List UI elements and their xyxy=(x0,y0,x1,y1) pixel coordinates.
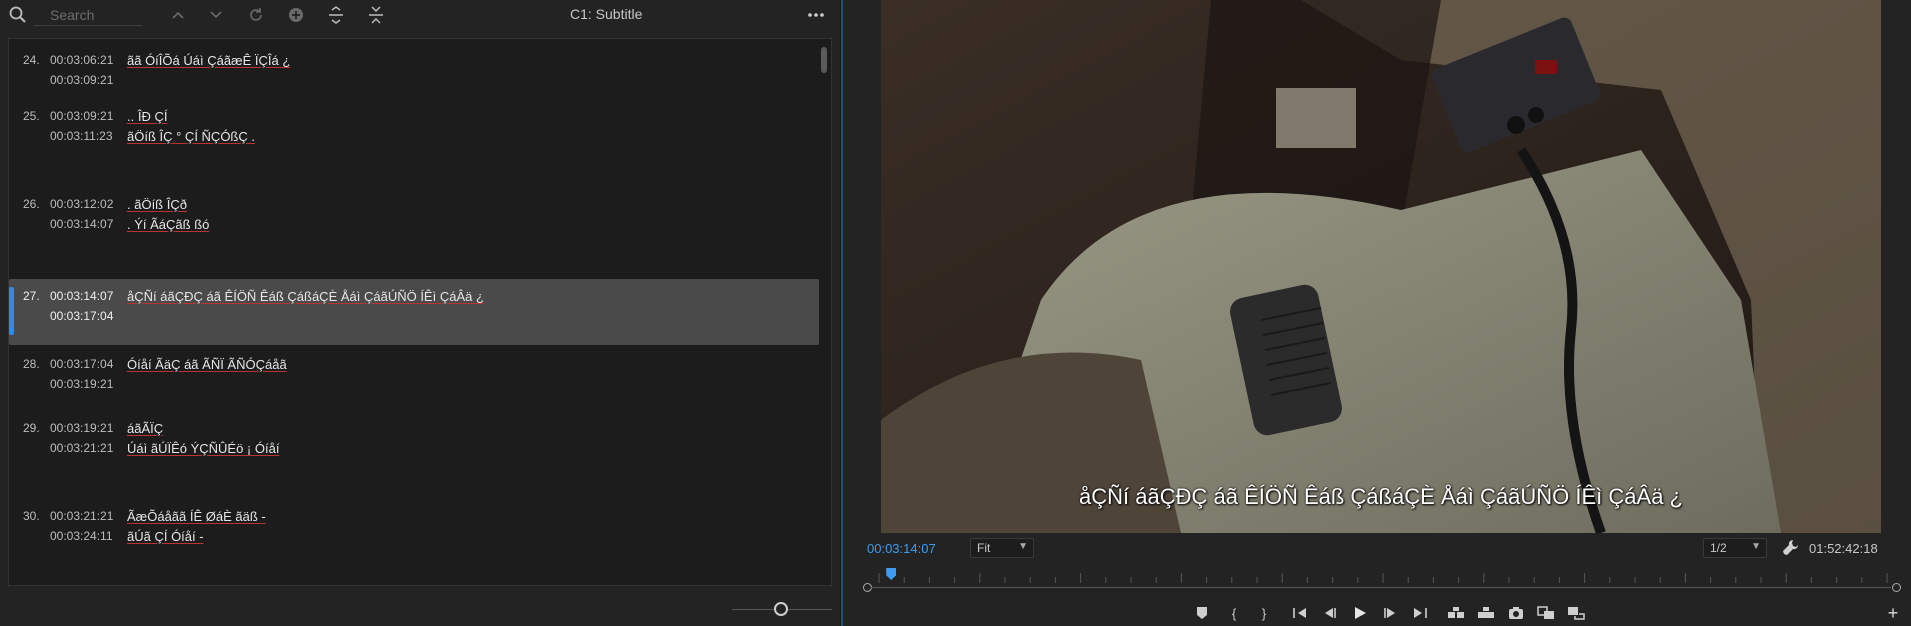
selection-marker xyxy=(9,287,14,335)
caption-row[interactable]: 26. 00:03:12:02 00:03:14:07 . ãÖíß ÎÇð. … xyxy=(9,187,819,257)
chevron-down-icon[interactable] xyxy=(204,3,228,27)
captions-panel: C1: Subtitle 24. 00:03:06:21 00:03:09:21… xyxy=(0,0,840,626)
caption-out-time: 00:03:24:11 xyxy=(50,529,113,543)
refresh-icon[interactable] xyxy=(244,3,268,27)
insert-icon[interactable] xyxy=(1445,602,1467,624)
add-marker-icon[interactable] xyxy=(1191,602,1213,624)
premiere-workspace: C1: Subtitle 24. 00:03:06:21 00:03:09:21… xyxy=(0,0,1911,626)
go-to-out-icon[interactable] xyxy=(1409,602,1431,624)
caption-number: 27. xyxy=(23,289,40,303)
caption-row[interactable]: 25. 00:03:09:21 00:03:11:23 .. ÎÐ ÇÍ ãÖíß… xyxy=(9,99,819,173)
more-options-icon[interactable] xyxy=(804,3,828,27)
caption-row[interactable]: 24. 00:03:06:21 00:03:09:21 ãã ÓíÎÕá Úáì… xyxy=(9,43,819,99)
caption-out-time: 00:03:19:21 xyxy=(50,377,114,391)
caption-list[interactable]: 24. 00:03:06:21 00:03:09:21 ãã ÓíÎÕá Úáì… xyxy=(8,38,832,586)
caption-number: 26. xyxy=(23,197,40,211)
mark-in-icon[interactable]: { xyxy=(1223,602,1245,624)
go-to-in-icon[interactable] xyxy=(1289,602,1311,624)
caption-text[interactable]: Óíåí ÃäÇ áã ÃÑÏ ÃÑÓÇáåã xyxy=(127,355,287,375)
caption-number: 28. xyxy=(23,357,40,371)
caption-text[interactable]: åÇÑí áãÇÐÇ áã ÊÍÖÑ Êáß ÇáßáÇÈ Åáì ÇáãÚÑÖ… xyxy=(127,287,484,307)
panel-title: C1: Subtitle xyxy=(570,6,643,22)
split-caption-icon[interactable] xyxy=(324,3,348,27)
camera-icon[interactable] xyxy=(1505,602,1527,624)
caption-out-time: 00:03:11:23 xyxy=(50,129,113,143)
caption-row[interactable]: 29. 00:03:19:21 00:03:21:21 áãÃÏÇ Úáì ãÚÏ… xyxy=(9,411,819,485)
add-caption-icon[interactable] xyxy=(284,3,308,27)
caption-row[interactable]: 30. 00:03:21:21 00:03:24:11 ÃæÕáåãã ÍÊ Ø… xyxy=(9,499,819,573)
caption-number: 24. xyxy=(23,53,40,67)
merge-caption-icon[interactable] xyxy=(364,3,388,27)
caption-text[interactable]: .. ÎÐ ÇÍ ãÖíß ÎÇ ° ÇÍ ÑÇÓßÇ . xyxy=(127,107,255,147)
subtitle-overlay: åÇÑí áãÇÐÇ áã ÊÍÖÑ Êáß ÇáßáÇÈ Åáì ÇáãÚÑÖ… xyxy=(1079,484,1683,509)
caption-text[interactable]: . ãÖíß ÎÇð. Ýí ÃáÇãß ßó xyxy=(127,195,209,235)
caption-in-time: 00:03:21:21 xyxy=(50,509,114,523)
caption-out-time: 00:03:14:07 xyxy=(50,217,114,231)
caption-row[interactable]: 28. 00:03:17:04 00:03:19:21 Óíåí ÃäÇ áã … xyxy=(9,347,819,409)
caption-in-time: 00:03:19:21 xyxy=(50,421,114,435)
compare-view-icon[interactable] xyxy=(1535,602,1557,624)
chevron-down-icon: ▼ xyxy=(1018,541,1028,552)
caption-number: 29. xyxy=(23,421,40,435)
caption-in-time: 00:03:06:21 xyxy=(50,53,114,67)
captions-toolbar: C1: Subtitle xyxy=(0,0,840,30)
caption-text[interactable]: ãã ÓíÎÕá Úáì ÇáãæÊ ÏÇÎá ¿ xyxy=(127,51,290,71)
zoom-slider-thumb[interactable] xyxy=(774,602,788,616)
step-back-icon[interactable] xyxy=(1319,602,1341,624)
search-icon[interactable] xyxy=(8,5,28,25)
resolution-select[interactable]: 1/2 ▼ xyxy=(1703,538,1767,558)
caption-number: 30. xyxy=(23,509,40,523)
caption-in-time: 00:03:17:04 xyxy=(50,357,114,371)
time-ruler[interactable] xyxy=(867,565,1897,583)
chevron-down-icon: ▼ xyxy=(1751,541,1761,552)
ruler-baseline xyxy=(871,587,1891,588)
overwrite-icon[interactable] xyxy=(1475,602,1497,624)
transport-controls: { } xyxy=(843,602,1911,624)
duration-timecode: 01:52:42:18 xyxy=(1809,541,1878,556)
zoom-fit-select[interactable]: Fit ▼ xyxy=(970,538,1034,558)
caption-row-selected[interactable]: 27. 00:03:14:07 00:03:17:04 åÇÑí áãÇÐÇ á… xyxy=(9,279,819,345)
current-timecode[interactable]: 00:03:14:07 xyxy=(867,541,936,556)
caption-number: 25. xyxy=(23,109,40,123)
out-point-marker[interactable] xyxy=(1892,583,1901,592)
caption-text[interactable]: ÃæÕáåãã ÍÊ ØáÈ ãäß - ãÚã ÇÍ Óíåí - xyxy=(127,507,266,547)
multicam-icon[interactable] xyxy=(1565,602,1587,624)
caption-out-time: 00:03:17:04 xyxy=(50,309,114,323)
video-scene xyxy=(881,0,1881,533)
add-button[interactable]: + xyxy=(1883,603,1903,623)
video-frame[interactable]: åÇÑí áãÇÐÇ áã ÊÍÖÑ Êáß ÇáßáÇÈ Åáì ÇáãÚÑÖ… xyxy=(881,0,1881,533)
caption-in-time: 00:03:12:02 xyxy=(50,197,114,211)
caption-in-time: 00:03:14:07 xyxy=(50,289,114,303)
chevron-up-icon[interactable] xyxy=(166,3,190,27)
wrench-icon[interactable] xyxy=(1780,538,1800,558)
play-icon[interactable] xyxy=(1349,602,1371,624)
caption-in-time: 00:03:09:21 xyxy=(50,109,114,123)
search-input[interactable] xyxy=(34,4,142,26)
caption-text[interactable]: áãÃÏÇ Úáì ãÚÏÊó ÝÇÑÛÉö ¡ Óíåí xyxy=(127,419,279,459)
program-monitor: åÇÑí áãÇÐÇ áã ÊÍÖÑ Êáß ÇáßáÇÈ Åáì ÇáãÚÑÖ… xyxy=(843,0,1911,626)
caption-out-time: 00:03:09:21 xyxy=(50,73,114,87)
mark-out-icon[interactable]: } xyxy=(1253,602,1275,624)
step-forward-icon[interactable] xyxy=(1379,602,1401,624)
caption-out-time: 00:03:21:21 xyxy=(50,441,114,455)
list-scrollbar[interactable] xyxy=(821,47,827,73)
